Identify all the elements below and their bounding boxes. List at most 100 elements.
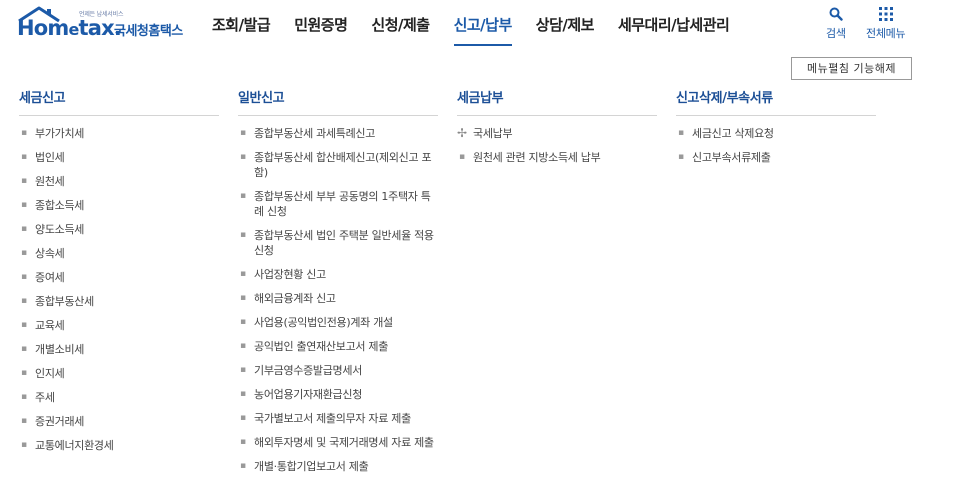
bullet-icon: ▪ xyxy=(21,128,27,138)
bullet-icon: ▪ xyxy=(21,368,27,378)
menu-item[interactable]: ▪ 부가가치세 xyxy=(19,126,219,141)
menu-item-label: 종합부동산세 법인 주택분 일반세율 적용 신청 xyxy=(254,229,434,257)
menu-item[interactable]: ▪ 종합부동산세 부부 공동명의 1주택자 특례 신청 xyxy=(238,189,438,219)
menu-item[interactable]: ▪ 사업용(공익법인전용)계좌 개설 xyxy=(238,315,438,330)
menu-item-label: 해외투자명세 및 국제거래명세 자료 제출 xyxy=(254,436,434,449)
gnb-filing-payment[interactable]: 신고/납부 xyxy=(453,0,512,52)
menu-item[interactable]: ▪ 세금신고 삭제요청 xyxy=(676,126,876,141)
logo-subbrand: 국세청홈택스 xyxy=(114,24,183,39)
menu-item-label: 원천세 관련 지방소득세 납부 xyxy=(473,151,601,164)
search-icon xyxy=(829,6,843,22)
column-title: 세금신고 xyxy=(19,88,219,116)
logo-brand: Hometax. xyxy=(17,16,122,40)
grid-menu-icon xyxy=(878,6,893,22)
gnb-application[interactable]: 신청/제출 xyxy=(371,0,430,52)
menu-item-label: 종합부동산세 합산배제신고(제외신고 포함) xyxy=(254,151,432,179)
menu-item[interactable]: ✢ 국세납부 xyxy=(457,126,657,141)
menu-item-label: 인지세 xyxy=(35,367,65,380)
bullet-icon: ▪ xyxy=(240,191,246,201)
menu-item-label: 종합소득세 xyxy=(35,199,85,212)
menu-item[interactable]: ▪ 증여세 xyxy=(19,270,219,285)
menu-item-label: 개별소비세 xyxy=(35,343,85,356)
logo-brand-ho: Hom xyxy=(17,16,69,40)
menu-item[interactable]: ▪ 종합부동산세 xyxy=(19,294,219,309)
menu-item[interactable]: ▪ 종합부동산세 합산배제신고(제외신고 포함) xyxy=(238,150,438,180)
menu-item[interactable]: ▪ 농어업용기자재환급신청 xyxy=(238,387,438,402)
menu-item[interactable]: ▪ 교육세 xyxy=(19,318,219,333)
menu-item-label: 국가별보고서 제출의무자 자료 제출 xyxy=(254,412,411,425)
menu-list: ▪ 부가가치세 ▪ 법인세 ▪ 원천세 ▪ 종합소득세 ▪ 양도소득세 ▪ 상속세 ▪ 증여세 ▪ 종합부동산… xyxy=(19,126,219,453)
menu-item-label: 사업장현황 신고 xyxy=(254,268,326,281)
bullet-icon: ▪ xyxy=(21,344,27,354)
bullet-icon: ▪ xyxy=(21,272,27,282)
column-title: 신고삭제/부속서류 xyxy=(676,88,876,116)
menu-item[interactable]: ▪ 기부금영수증발급명세서 xyxy=(238,363,438,378)
menu-item[interactable]: ▪ 해외금융계좌 신고 xyxy=(238,291,438,306)
menu-item-label: 증권거래세 xyxy=(35,415,85,428)
bullet-icon: ▪ xyxy=(21,200,27,210)
bullet-icon: ▪ xyxy=(678,152,684,162)
gnb-certificates[interactable]: 민원증명 xyxy=(294,0,348,52)
menu-item-label: 주세 xyxy=(35,391,55,404)
all-menu-button[interactable]: 전체메뉴 xyxy=(866,6,906,41)
menu-item[interactable]: ▪ 개별·통합기업보고서 제출 xyxy=(238,459,438,474)
bullet-icon: ▪ xyxy=(21,224,27,234)
bullet-icon: ▪ xyxy=(240,230,246,240)
menu-item[interactable]: ▪ 해외투자명세 및 국제거래명세 자료 제출 xyxy=(238,435,438,450)
bullet-icon: ▪ xyxy=(678,128,684,138)
bullet-icon: ▪ xyxy=(21,176,27,186)
gnb-tax-agent[interactable]: 세무대리/납세관리 xyxy=(618,0,730,52)
menu-item[interactable]: ▪ 주세 xyxy=(19,390,219,405)
menu-item-label: 신고부속서류제출 xyxy=(692,151,771,164)
menu-item[interactable]: ▪ 종합부동산세 과세특례신고 xyxy=(238,126,438,141)
search-button[interactable]: 검색 xyxy=(826,6,846,41)
gnb-inquiry[interactable]: 조회/발급 xyxy=(212,0,271,52)
menu-item[interactable]: ▪ 개별소비세 xyxy=(19,342,219,357)
bullet-icon: ▪ xyxy=(21,416,27,426)
bullet-icon: ▪ xyxy=(21,248,27,258)
menu-item[interactable]: ▪ 원천세 xyxy=(19,174,219,189)
bullet-icon: ▪ xyxy=(240,293,246,303)
menu-item[interactable]: ▪ 법인세 xyxy=(19,150,219,165)
menu-item[interactable]: ▪ 공익법인 출연재산보고서 제출 xyxy=(238,339,438,354)
bullet-icon: ▪ xyxy=(240,461,246,471)
bullet-icon: ▪ xyxy=(240,269,246,279)
menu-item-label: 법인세 xyxy=(35,151,65,164)
menu-item-label: 교육세 xyxy=(35,319,65,332)
menu-item[interactable]: ▪ 양도소득세 xyxy=(19,222,219,237)
column-title: 일반신고 xyxy=(238,88,438,116)
header: 언제든 납세서비스 Hometax. 국세청홈택스 조회/발급 민원증명 신청/… xyxy=(0,0,966,52)
menu-item-label: 부가가치세 xyxy=(35,127,85,140)
menu-item[interactable]: ▪ 사업장현황 신고 xyxy=(238,267,438,282)
bullet-icon: ▪ xyxy=(21,152,27,162)
menu-item-label: 종합부동산세 부부 공동명의 1주택자 특례 신청 xyxy=(254,190,431,218)
menu-item-label: 종합부동산세 xyxy=(35,295,94,308)
menu-item[interactable]: ▪ 종합부동산세 법인 주택분 일반세율 적용 신청 xyxy=(238,228,438,258)
menu-list: ▪ 종합부동산세 과세특례신고 ▪ 종합부동산세 합산배제신고(제외신고 포함) ▪ 종합… xyxy=(238,126,438,474)
bullet-icon: ▪ xyxy=(21,320,27,330)
hometax-logo[interactable]: 언제든 납세서비스 Hometax. 국세청홈택스 xyxy=(17,6,189,44)
column-title: 세금납부 xyxy=(457,88,657,116)
menu-item[interactable]: ▪ 원천세 관련 지방소득세 납부 xyxy=(457,150,657,165)
menu-item[interactable]: ▪ 국가별보고서 제출의무자 자료 제출 xyxy=(238,411,438,426)
menu-item[interactable]: ▪ 신고부속서류제출 xyxy=(676,150,876,165)
menu-item[interactable]: ▪ 상속세 xyxy=(19,246,219,261)
menu-item[interactable]: ▪ 인지세 xyxy=(19,366,219,381)
menu-item[interactable]: ▪ 증권거래세 xyxy=(19,414,219,429)
bullet-icon: ▪ xyxy=(240,413,246,423)
bullet-icon: ▪ xyxy=(240,389,246,399)
menu-unfold-disable-button[interactable]: 메뉴펼침 기능해제 xyxy=(791,57,912,80)
bullet-icon: ▪ xyxy=(459,152,465,162)
menu-column-general-filing: 일반신고 ▪ 종합부동산세 과세특례신고 ▪ 종합부동산세 합산배제신고(제외신고 포… xyxy=(238,88,438,483)
bullet-icon: ▪ xyxy=(240,341,246,351)
menu-item[interactable]: ▪ 종합소득세 xyxy=(19,198,219,213)
bullet-icon: ▪ xyxy=(21,296,27,306)
bullet-icon: ▪ xyxy=(240,437,246,447)
menu-item[interactable]: ▪ 교통에너지환경세 xyxy=(19,438,219,453)
bullet-icon: ▪ xyxy=(240,365,246,375)
all-menu-label: 전체메뉴 xyxy=(866,27,906,40)
menu-list: ✢ 국세납부 ▪ 원천세 관련 지방소득세 납부 xyxy=(457,126,657,165)
gnb-consultation[interactable]: 상담/제보 xyxy=(536,0,595,52)
bullet-icon: ▪ xyxy=(240,317,246,327)
menu-item-label: 상속세 xyxy=(35,247,65,260)
